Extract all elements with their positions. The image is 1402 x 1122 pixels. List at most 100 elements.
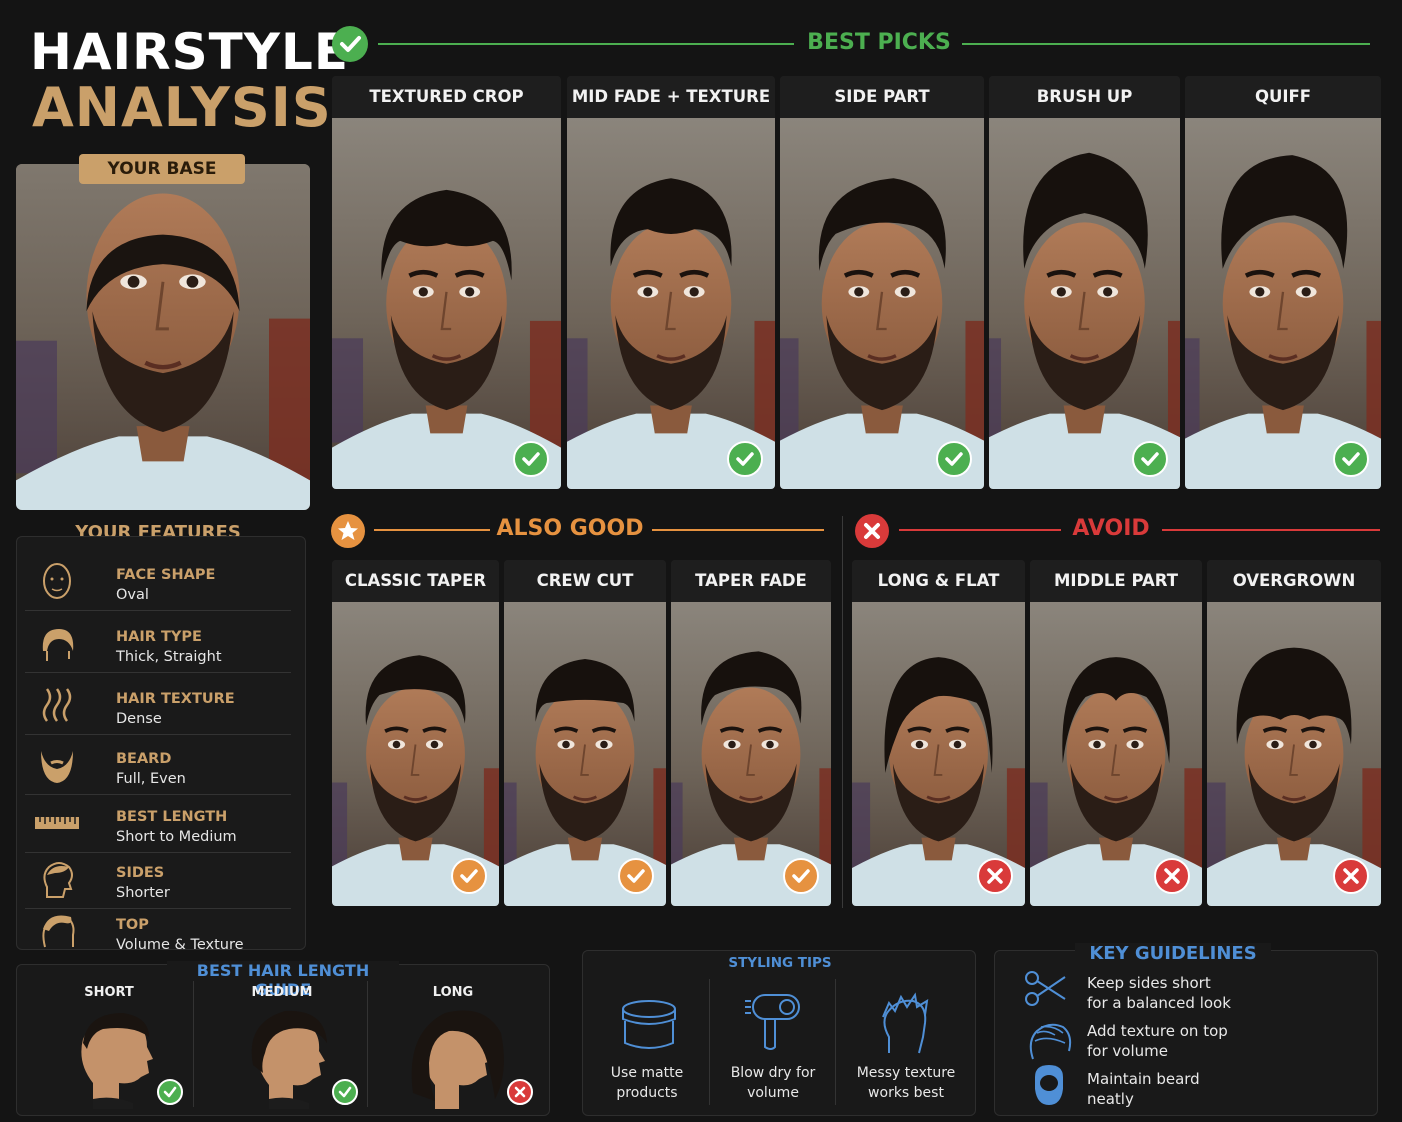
feature-value: Short to Medium — [116, 829, 237, 845]
feature-row: FACE SHAPE Oval — [25, 551, 291, 611]
recommended-check-icon — [936, 441, 972, 477]
acceptable-check-icon — [451, 858, 487, 894]
style-card-best[interactable]: MID FADE + TEXTURE — [567, 76, 775, 489]
feature-label: FACE SHAPE — [116, 567, 216, 583]
page-title-line2: ANALYSIS — [32, 76, 332, 139]
scissors-icon — [1025, 971, 1066, 1006]
divider — [835, 979, 836, 1105]
style-card-avoid[interactable]: OVERGROWN FRINGE — [1207, 560, 1381, 906]
long-hair-profile-icon — [411, 1010, 504, 1109]
feature-label: HAIR TYPE — [116, 629, 202, 645]
key-guidelines-panel: KEY GUIDELINES Keep sides short for a ba… — [994, 943, 1378, 1116]
style-card-title: TEXTURED CROP — [332, 76, 561, 118]
short-hair-profile-icon — [81, 1013, 153, 1109]
style-card-good[interactable]: CLASSIC TAPER — [332, 560, 499, 906]
head-top-icon — [42, 915, 75, 948]
feature-row: BEARD Full, Even — [25, 735, 291, 795]
feature-row: HAIR TYPE Thick, Straight — [25, 613, 291, 673]
style-card-avoid[interactable]: MIDDLE PART — [1030, 560, 1202, 906]
acceptable-check-icon — [783, 858, 819, 894]
feature-label: BEARD — [116, 751, 172, 767]
styling-tips-title: STYLING TIPS — [728, 955, 832, 971]
style-card-avoid[interactable]: LONG & FLAT — [852, 560, 1025, 906]
recommended-check-icon — [1132, 441, 1168, 477]
style-card-title: TAPER FADE — [671, 560, 831, 602]
also-good-star-icon — [331, 514, 365, 548]
tip-text: Blow dry for volume — [717, 1063, 829, 1103]
ruler-icon — [35, 817, 79, 829]
medium-hair-profile-icon — [251, 1010, 327, 1109]
tip-line: works best — [868, 1085, 944, 1101]
beard-icon — [1035, 1065, 1063, 1105]
style-card-title: MID FADE + TEXTURE — [567, 76, 775, 118]
style-card-title: LONG & FLAT — [852, 560, 1025, 602]
divider — [709, 979, 710, 1105]
feature-row: HAIR TEXTURE Dense — [25, 675, 291, 735]
style-card-best[interactable]: SIDE PART — [780, 76, 984, 489]
feature-value: Oval — [116, 587, 149, 603]
face-outline-icon — [43, 563, 71, 599]
tip-text: Messy texture works best — [845, 1063, 967, 1103]
feature-row: SIDES Shorter — [25, 849, 291, 909]
style-card-best[interactable]: BRUSH UP — [989, 76, 1180, 489]
avoid-divider — [899, 529, 1061, 531]
feature-row: TOP Volume & Texture — [25, 901, 291, 961]
acceptable-check-icon — [618, 858, 654, 894]
length-guide-panel: BEST HAIR LENGTH GUIDE SHORT MEDIUM LONG — [16, 961, 550, 1116]
avoid-divider — [1162, 529, 1380, 531]
also-good-divider — [652, 529, 824, 531]
length-verdict-check-icon — [332, 1079, 358, 1105]
tip-line: Messy texture — [856, 1065, 956, 1081]
style-card-title: CLASSIC TAPER — [332, 560, 499, 602]
hair-texture-icon — [1029, 1023, 1072, 1060]
avoid-x-icon — [1333, 858, 1369, 894]
divider — [367, 981, 368, 1107]
feature-label: TOP — [116, 917, 149, 933]
style-card-title: OVERGROWN FRINGE — [1207, 560, 1381, 632]
feature-label: BEST LENGTH — [116, 809, 228, 825]
recommended-check-icon — [1333, 441, 1369, 477]
divider — [193, 981, 194, 1107]
section-separator — [842, 516, 843, 908]
pomade-jar-icon — [622, 1000, 676, 1049]
guideline-line: Keep sides short — [1087, 974, 1211, 992]
feature-label: HAIR TEXTURE — [116, 691, 235, 707]
base-photo — [16, 164, 310, 510]
style-photo — [780, 118, 984, 489]
style-card-title: BRUSH UP — [989, 76, 1180, 118]
length-label: SHORT — [84, 985, 134, 1000]
key-guidelines-title: KEY GUIDELINES — [1075, 943, 1271, 964]
length-label: LONG — [432, 985, 474, 1000]
best-picks-divider — [378, 43, 794, 45]
guideline-text: Add texture on top for volume — [1087, 1021, 1367, 1061]
guideline-line: Add texture on top — [1087, 1022, 1228, 1040]
style-photo — [989, 118, 1180, 489]
guideline-line: neatly — [1087, 1090, 1134, 1108]
tip-line: products — [616, 1085, 678, 1101]
messy-hair-icon — [882, 992, 929, 1054]
style-card-title: QUIFF — [1185, 76, 1381, 118]
features-panel: FACE SHAPE Oval HAIR TYPE Thick, Straigh… — [16, 536, 306, 953]
style-card-good[interactable]: CREW CUT — [504, 560, 666, 906]
style-photo — [1185, 118, 1381, 489]
tip-line: volume — [747, 1085, 799, 1101]
hair-strands-icon — [42, 688, 72, 722]
best-picks-divider — [962, 43, 1370, 45]
feature-value: Volume & Texture — [116, 937, 244, 953]
head-side-icon — [43, 862, 73, 898]
best-picks-check-icon — [332, 26, 368, 62]
recommended-check-icon — [513, 441, 549, 477]
feature-label: SIDES — [116, 865, 165, 881]
guideline-line: for volume — [1087, 1042, 1168, 1060]
style-photo — [332, 118, 561, 489]
base-badge: YOUR BASE — [79, 154, 245, 184]
style-photo — [567, 118, 775, 489]
hair-dryer-icon — [745, 994, 800, 1050]
avoid-x-icon — [977, 858, 1013, 894]
style-card-best[interactable]: TEXTURED CROP — [332, 76, 561, 489]
style-card-best[interactable]: QUIFF — [1185, 76, 1381, 489]
feature-value: Dense — [116, 711, 162, 727]
guideline-text: Keep sides short for a balanced look — [1087, 973, 1367, 1013]
style-card-good[interactable]: TAPER FADE — [671, 560, 831, 906]
page-title-line1: HAIRSTYLE — [30, 23, 349, 81]
